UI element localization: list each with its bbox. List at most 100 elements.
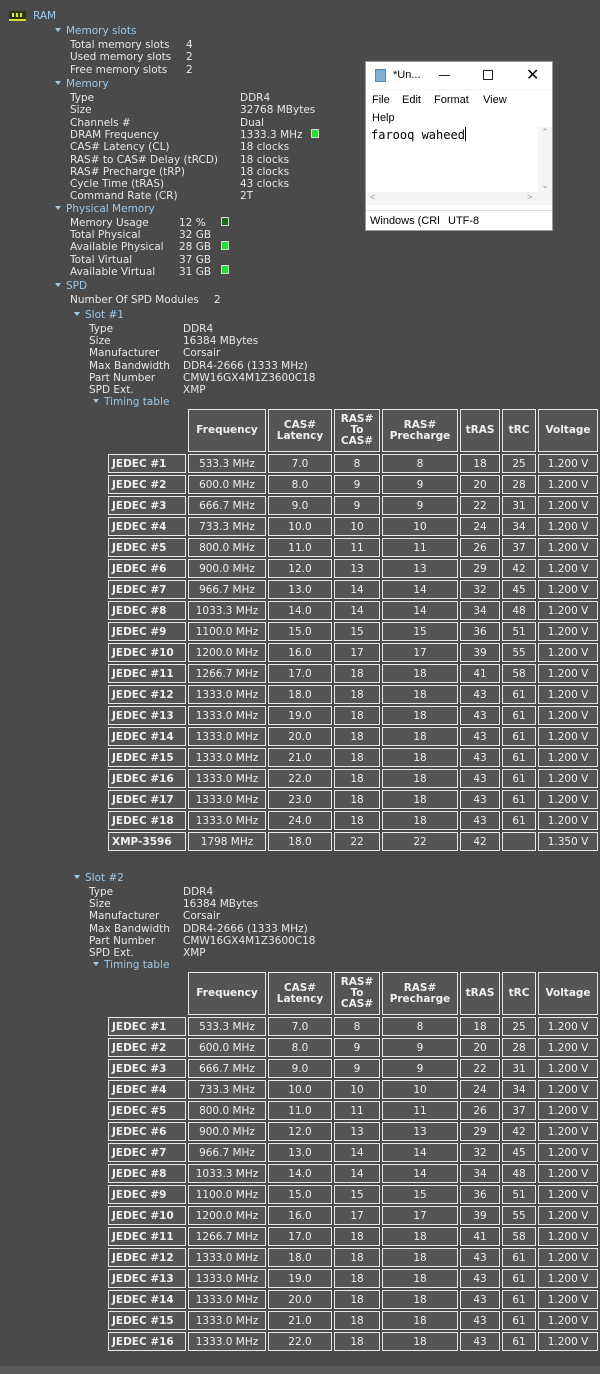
menu-edit[interactable]: Edit	[402, 94, 421, 106]
table-cell: 1.200 V	[538, 811, 598, 831]
property-label: Channels #	[70, 116, 131, 129]
table-cell: 61	[502, 748, 536, 768]
section-physical-memory[interactable]: Physical Memory	[55, 203, 155, 215]
section-memory[interactable]: Memory	[55, 78, 109, 90]
property-value: Dual	[240, 116, 265, 129]
profile-name-cell: JEDEC #7	[108, 1143, 186, 1163]
table-header-row: Frequency CAS# Latency RAS# To CAS# RAS# Precha…	[108, 972, 598, 1016]
section-memory-slots[interactable]: Memory slots	[55, 25, 136, 37]
table-cell: 28	[502, 1038, 536, 1058]
collapse-arrow-icon[interactable]	[55, 206, 61, 210]
close-icon[interactable]: ✕	[526, 65, 539, 85]
table-cell: 12.0	[268, 1122, 332, 1142]
table-cell: 11.0	[268, 538, 332, 558]
property-value: 32768 MBytes	[240, 104, 316, 117]
table-cell: 18	[334, 664, 380, 684]
table-cell: 18	[382, 1332, 458, 1352]
table-cell: 15	[334, 622, 380, 642]
table-cell: 1.200 V	[538, 1122, 598, 1142]
profile-name-cell: JEDEC #5	[108, 538, 186, 558]
notepad-menubar: File Edit Format View Help	[366, 90, 552, 128]
collapse-arrow-icon[interactable]	[55, 81, 61, 85]
table-cell: 18	[382, 1311, 458, 1331]
table-cell: 18	[334, 769, 380, 789]
property-value: DDR4	[183, 886, 214, 898]
table-row: JEDEC #9 1100.0 MHz 15.0 15 15 36 51 1.200 V	[108, 1185, 598, 1205]
table-cell: 61	[502, 769, 536, 789]
bottom-scrollbar[interactable]	[0, 1366, 600, 1374]
minimize-icon[interactable]	[439, 75, 450, 76]
table-row: JEDEC #2 600.0 MHz 8.0 9 9 20 28 1.200 V	[108, 475, 598, 495]
profile-name-cell: JEDEC #7	[108, 580, 186, 600]
scroll-up-icon[interactable]: ⌃	[538, 127, 552, 138]
horizontal-scrollbar[interactable]: < >	[367, 192, 552, 205]
table-cell: 18	[334, 1227, 380, 1247]
menu-help[interactable]: Help	[372, 112, 395, 124]
section-spd[interactable]: SPD	[55, 280, 87, 292]
scroll-right-icon[interactable]: >	[527, 192, 532, 202]
table-header-row: Frequency CAS# Latency RAS# To CAS# RAS# Precha…	[108, 409, 598, 453]
collapse-arrow-icon[interactable]	[74, 312, 80, 316]
collapse-arrow-icon[interactable]	[55, 28, 61, 32]
menu-view[interactable]: View	[483, 94, 507, 106]
profile-name-cell: JEDEC #6	[108, 1122, 186, 1142]
table-cell: 18	[460, 454, 500, 474]
table-cell: 9	[334, 1038, 380, 1058]
profile-name-cell: JEDEC #16	[108, 1332, 186, 1352]
table-cell: 1.200 V	[538, 643, 598, 663]
table-cell: 1.200 V	[538, 454, 598, 474]
table-cell: 9	[382, 496, 458, 516]
maximize-icon[interactable]	[483, 70, 493, 80]
table-cell: 22	[460, 496, 500, 516]
property-value: DDR4-2666 (1333 MHz)	[183, 359, 308, 372]
table-cell: 51	[502, 1185, 536, 1205]
column-header: Frequency	[188, 972, 266, 1016]
profile-name-cell: JEDEC #9	[108, 622, 186, 642]
collapse-arrow-icon[interactable]	[55, 283, 61, 287]
table-cell: 9.0	[268, 1059, 332, 1079]
table-cell: 533.3 MHz	[188, 1017, 266, 1037]
table-cell: 48	[502, 601, 536, 621]
table-cell: 8	[334, 454, 380, 474]
tree-node-slot-2[interactable]: Slot #2	[74, 872, 124, 884]
table-cell: 1.200 V	[538, 580, 598, 600]
table-cell: 9.0	[268, 496, 332, 516]
notepad-window[interactable]: *Un... ✕ File Edit Format View Help faro…	[365, 61, 553, 231]
profile-name-cell: JEDEC #3	[108, 496, 186, 516]
table-cell: 22.0	[268, 769, 332, 789]
vertical-scrollbar[interactable]: ⌃ ⌄	[538, 127, 552, 193]
profile-name-cell: JEDEC #2	[108, 1038, 186, 1058]
tree-node-slot-1[interactable]: Slot #1	[74, 309, 124, 321]
collapse-arrow-icon[interactable]	[74, 875, 80, 879]
table-cell: 22	[334, 832, 380, 852]
table-cell: 42	[502, 1122, 536, 1142]
collapse-arrow-icon[interactable]	[93, 962, 99, 967]
table-cell: 55	[502, 643, 536, 663]
scroll-down-icon[interactable]: ⌄	[538, 180, 552, 191]
table-cell: 1.200 V	[538, 1269, 598, 1289]
table-cell: 29	[460, 559, 500, 579]
table-cell: 10	[382, 517, 458, 537]
slot-title: Slot #1	[85, 309, 124, 321]
profile-name-cell: JEDEC #11	[108, 664, 186, 684]
table-cell: 15.0	[268, 1185, 332, 1205]
profile-name-cell: JEDEC #14	[108, 727, 186, 747]
notepad-titlebar[interactable]: *Un... ✕	[366, 62, 552, 90]
scroll-left-icon[interactable]: <	[370, 192, 375, 202]
spd-modules-label: Number Of SPD Modules	[70, 294, 199, 306]
column-header: tRAS	[460, 972, 500, 1016]
table-cell: 1.200 V	[538, 769, 598, 789]
table-cell: 61	[502, 685, 536, 705]
profile-name-cell: JEDEC #17	[108, 790, 186, 810]
table-cell: 17	[382, 643, 458, 663]
table-cell: 1333.0 MHz	[188, 748, 266, 768]
menu-file[interactable]: File	[372, 94, 390, 106]
profile-name-cell: JEDEC #8	[108, 1164, 186, 1184]
collapse-arrow-icon[interactable]	[93, 399, 99, 404]
available-physical-indicator-icon	[221, 241, 229, 250]
table-cell: 1333.0 MHz	[188, 685, 266, 705]
menu-format[interactable]: Format	[434, 94, 469, 106]
tree-root-ram[interactable]: RAM	[33, 10, 56, 22]
table-row: JEDEC #12 1333.0 MHz 18.0 18 18 43 61 1.200 V	[108, 685, 598, 705]
table-cell: 11	[382, 538, 458, 558]
